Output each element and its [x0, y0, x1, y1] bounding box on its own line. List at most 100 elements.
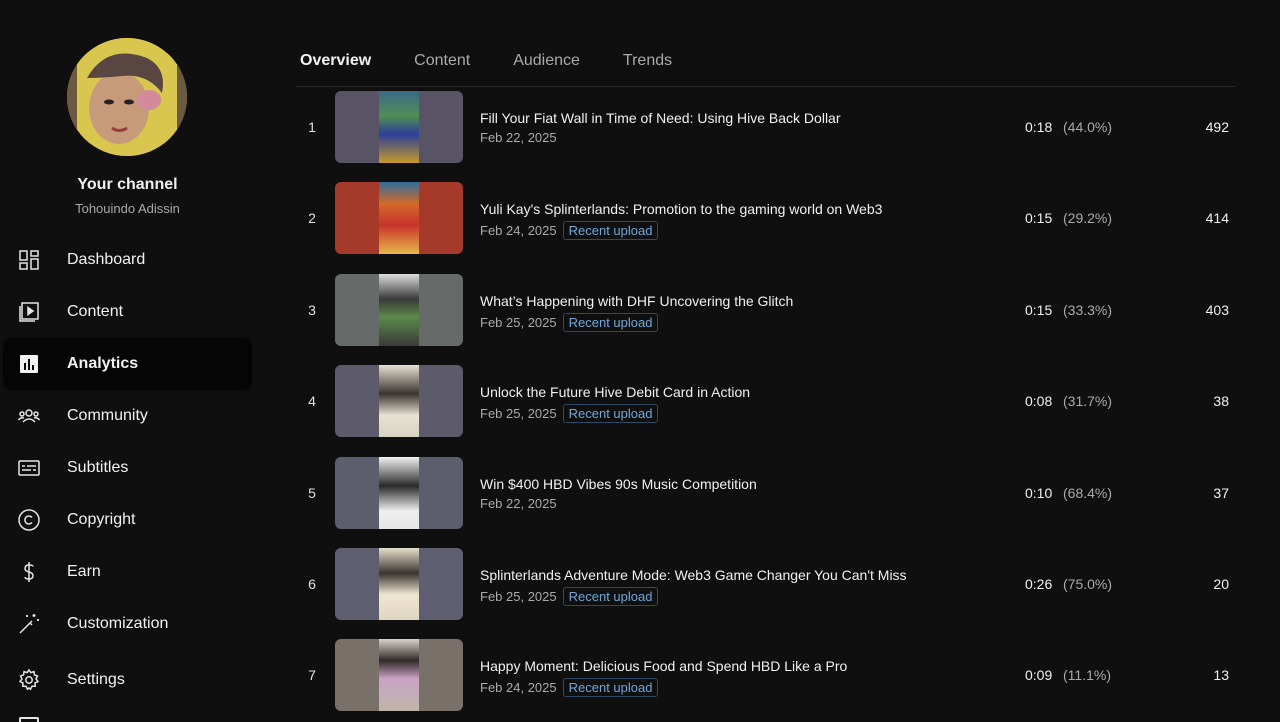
rank-number: 7 [308, 667, 316, 684]
sidebar-item-label: Subtitles [67, 459, 129, 476]
rank-number: 4 [308, 393, 316, 410]
sidebar-item-community[interactable]: Community [0, 390, 255, 442]
sidebar-item-earn[interactable]: Earn [0, 546, 255, 598]
sidebar-nav: Dashboard Content Analytics Community Su… [0, 234, 255, 706]
community-icon [17, 404, 41, 428]
view-count: 492 [1205, 119, 1229, 135]
publish-date: Feb 22, 2025 [480, 130, 557, 145]
analytics-icon [17, 352, 41, 376]
view-count: 37 [1213, 484, 1229, 501]
sidebar-item-label: Content [67, 303, 124, 320]
video-thumbnail[interactable] [335, 182, 463, 255]
avg-view-duration: 0:09 [1025, 667, 1053, 684]
avg-view-duration: 0:10 [1025, 484, 1053, 501]
copyright-icon [17, 508, 41, 532]
video-title[interactable]: Splinterlands Adventure Mode: Web3 Game … [480, 567, 907, 583]
avg-percent-viewed: (31.7%) [1063, 393, 1113, 410]
tab-trends[interactable]: Trends [623, 52, 672, 70]
video-meta: Feb 24, 2025 Recent upload [480, 221, 659, 241]
avg-view-duration: 0:08 [1025, 393, 1053, 410]
table-row[interactable]: 4 Unlock the Future Hive Debit Card in A… [296, 365, 1236, 456]
tab-audience[interactable]: Audience [513, 52, 580, 70]
video-meta: Feb 25, 2025 Recent upload [480, 312, 659, 332]
channel-name[interactable]: Tohouindo Adissin [0, 201, 255, 216]
avg-view-duration: 0:26 [1025, 575, 1053, 592]
video-thumbnail[interactable] [335, 639, 463, 712]
video-title[interactable]: Yuli Kay's Splinterlands: Promotion to t… [480, 201, 882, 217]
video-thumbnail[interactable] [335, 456, 463, 529]
sidebar-item-settings[interactable]: Settings [0, 654, 255, 706]
sidebar-item-analytics[interactable]: Analytics [3, 338, 252, 390]
dollar-icon [17, 560, 41, 584]
tab-overview[interactable]: Overview [300, 52, 371, 70]
video-thumbnail[interactable] [335, 273, 463, 346]
video-title[interactable]: Fill Your Fiat Wall in Time of Need: Usi… [480, 110, 841, 126]
recent-upload-badge: Recent upload [562, 404, 659, 424]
sidebar-item-dashboard[interactable]: Dashboard [0, 234, 255, 286]
tab-content[interactable]: Content [414, 52, 470, 70]
magic-wand-icon [17, 612, 41, 636]
table-row[interactable]: 6 Splinterlands Adventure Mode: Web3 Gam… [296, 547, 1236, 639]
video-title[interactable]: Win $400 HBD Vibes 90s Music Competition [480, 476, 757, 492]
avg-percent-viewed: (44.0%) [1063, 119, 1113, 135]
table-row[interactable]: 2 Yuli Kay's Splinterlands: Promotion to… [296, 182, 1236, 273]
avg-view-duration: 0:15 [1025, 301, 1053, 318]
view-count: 414 [1205, 210, 1229, 227]
video-thumbnail[interactable] [335, 91, 463, 163]
publish-date: Feb 22, 2025 [480, 495, 557, 511]
publish-date: Feb 25, 2025 [480, 314, 557, 330]
table-row[interactable]: 3 What’s Happening with DHF Uncovering t… [296, 273, 1236, 365]
feedback-icon[interactable] [19, 717, 39, 722]
avg-percent-viewed: (68.4%) [1063, 484, 1113, 501]
table-row[interactable]: 7 Happy Moment: Delicious Food and Spend… [296, 639, 1236, 722]
sidebar-item-label: Copyright [67, 511, 136, 528]
publish-date: Feb 24, 2025 [480, 680, 557, 696]
video-meta: Feb 22, 2025 [480, 496, 557, 511]
sidebar-item-subtitles[interactable]: Subtitles [0, 442, 255, 494]
sidebar-item-label: Earn [67, 563, 101, 580]
avg-percent-viewed: (11.1%) [1063, 667, 1111, 684]
video-title[interactable]: What’s Happening with DHF Uncovering the… [480, 293, 793, 309]
sidebar-item-customization[interactable]: Customization [0, 598, 255, 650]
video-title[interactable]: Unlock the Future Hive Debit Card in Act… [480, 384, 750, 400]
rank-number: 3 [308, 301, 316, 318]
video-title[interactable]: Happy Moment: Delicious Food and Spend H… [480, 658, 847, 674]
channel-avatar[interactable] [67, 38, 187, 156]
gear-icon [17, 668, 41, 692]
view-count: 403 [1205, 301, 1229, 318]
video-thumbnail[interactable] [335, 547, 463, 620]
sidebar-item-label: Dashboard [67, 251, 146, 268]
recent-upload-badge: Recent upload [562, 312, 659, 332]
sidebar-item-copyright[interactable]: Copyright [0, 494, 255, 546]
video-thumbnail[interactable] [335, 365, 463, 438]
subtitles-icon [17, 456, 41, 480]
avg-percent-viewed: (33.3%) [1063, 301, 1113, 318]
publish-date: Feb 25, 2025 [480, 588, 557, 604]
table-row[interactable]: 5 Win $400 HBD Vibes 90s Music Competiti… [296, 456, 1236, 548]
video-meta: Feb 24, 2025 Recent upload [480, 678, 659, 698]
video-meta: Feb 22, 2025 [480, 130, 557, 145]
content-icon [17, 300, 41, 324]
rank-number: 5 [308, 484, 316, 501]
avg-view-duration: 0:15 [1025, 210, 1053, 227]
analytics-tabs: Overview Content Audience Trends [300, 52, 715, 70]
table-row[interactable]: 1 Fill Your Fiat Wall in Time of Need: U… [296, 91, 1236, 182]
recent-upload-badge: Recent upload [562, 221, 659, 241]
sidebar-item-label: Community [67, 407, 148, 424]
avg-percent-viewed: (29.2%) [1063, 210, 1113, 227]
recent-upload-badge: Recent upload [562, 586, 659, 606]
sidebar-item-label: Settings [67, 671, 125, 688]
sidebar-item-content[interactable]: Content [0, 286, 255, 338]
rank-number: 6 [308, 575, 316, 592]
publish-date: Feb 25, 2025 [480, 406, 557, 422]
view-count: 38 [1213, 393, 1229, 410]
sidebar-item-label: Analytics [67, 355, 139, 372]
view-count: 20 [1213, 575, 1229, 592]
tabs-divider [296, 86, 1236, 87]
avg-view-duration: 0:18 [1025, 119, 1053, 135]
view-count: 13 [1213, 667, 1229, 684]
channel-title: Your channel [77, 176, 178, 193]
dashboard-icon [17, 248, 41, 272]
video-meta: Feb 25, 2025 Recent upload [480, 586, 659, 606]
publish-date: Feb 24, 2025 [480, 223, 557, 239]
